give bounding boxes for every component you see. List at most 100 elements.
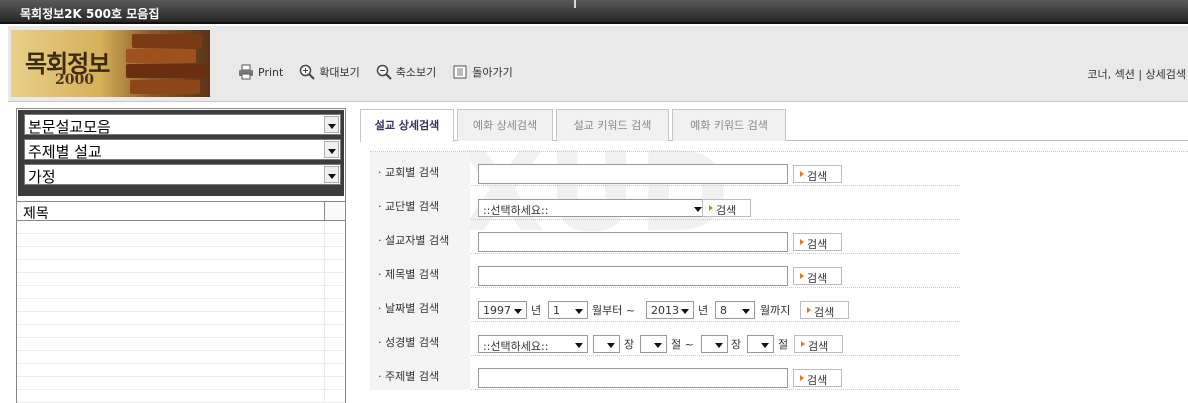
list-item[interactable] [17,377,345,390]
bible-search-button[interactable]: 검색 [794,335,843,353]
year-to-value: 2013 [651,304,679,317]
print-button[interactable]: Print [238,64,283,80]
bible-search-label: · 성경별 검색 [378,336,440,349]
year-to-select[interactable]: 2013 [646,301,694,319]
header: 목회정보 2000 Print 확대보기 축소보기 돌아가기 코너, 섹션 | … [8,26,1188,102]
list-item[interactable] [17,221,345,234]
back-label: 돌아가기 [472,66,513,79]
preacher-search-button[interactable]: 검색 [793,233,842,251]
year-from-value: 1997 [483,304,511,317]
church-search-button[interactable]: 검색 [793,165,842,183]
title-list [17,221,345,403]
church-search-label: · 교회별 검색 [378,166,440,179]
month-to-value: 8 [720,304,727,317]
zoom-out-icon [376,64,392,80]
month-from-value: 1 [553,304,560,317]
bible-search-label-cell: · 성경별 검색 [370,322,470,356]
chevron-down-icon[interactable] [324,166,339,183]
chevron-down-icon [514,309,522,314]
tab-illustration-detail-search[interactable]: 예화 상세검색 [457,109,553,141]
back-button[interactable]: 돌아가기 [452,64,513,80]
verse-to-unit: 절 [778,338,789,351]
chapter-from-unit: 장 [624,338,635,351]
list-item[interactable] [17,234,345,247]
chevron-down-icon[interactable] [324,116,339,133]
verse-to-select[interactable] [747,335,774,353]
list-item[interactable] [17,286,345,299]
arrow-right-icon [800,171,804,177]
zoom-in-label: 확대보기 [319,66,360,79]
to-label: 월까지 [760,304,791,317]
denomination-search-label-cell: · 교단별 검색 [370,186,470,220]
preacher-search-input[interactable] [478,232,788,252]
date-search-label-cell: · 날짜별 검색 [370,288,470,322]
month-to-select[interactable]: 8 [715,301,755,319]
list-item[interactable] [17,338,345,351]
preacher-search-label: · 설교자별 검색 [378,234,450,247]
title-search-button[interactable]: 검색 [793,267,842,285]
search-button-label: 검색 [807,374,828,387]
list-item[interactable] [17,247,345,260]
bible-book-select[interactable]: ::선택하세요:: [478,335,588,353]
print-label: Print [258,65,284,79]
category-select-3-value: 가정 [28,168,56,186]
list-item[interactable] [17,260,345,273]
arrow-right-icon [800,273,804,279]
month-from-select[interactable]: 1 [548,301,588,319]
preacher-search-label-cell: · 설교자별 검색 [370,220,470,254]
category-select-3[interactable]: 가정 [24,164,341,186]
tab-illustration-keyword-search[interactable]: 예화 키워드 검색 [672,109,786,141]
church-search-label-cell: · 교회별 검색 [370,152,470,186]
logo[interactable]: 목회정보 2000 [11,30,210,97]
chevron-down-icon [742,309,750,314]
search-button-label: 검색 [807,170,828,183]
topic-search-row: · 주제별 검색 검색 [370,356,960,390]
arrow-right-icon [709,205,713,211]
list-item[interactable] [17,325,345,338]
category-select-2[interactable]: 주제별 설교 [24,139,341,161]
list-item[interactable] [17,312,345,325]
verse-from-select[interactable] [640,335,667,353]
zoom-in-icon [299,64,316,80]
window-titlebar: 목회정보2K 500호 모음집 [0,0,1188,24]
title-search-input[interactable] [478,266,788,286]
list-header[interactable]: 제목 [17,201,345,222]
list-item[interactable] [17,364,345,377]
list-item[interactable] [17,351,345,364]
titlebar-divider [574,0,576,8]
verse-from-unit: 절 ~ [671,338,694,351]
header-right-nav[interactable]: 코너, 섹션 | 상세검색 [1087,66,1186,82]
topic-search-button[interactable]: 검색 [793,369,842,387]
zoom-in-button[interactable]: 확대보기 [299,64,360,80]
category-select-group: 본문설교모음 주제별 설교 가정 [18,110,344,196]
chapter-from-select[interactable] [593,335,620,353]
tab-sermon-keyword-search[interactable]: 설교 키워드 검색 [556,109,669,141]
title-search-label-cell: · 제목별 검색 [370,254,470,288]
arrow-right-icon [801,341,805,347]
list-header-extra-column[interactable] [324,202,345,220]
list-item[interactable] [17,299,345,312]
search-pane: XUD 설교 상세검색 예화 상세검색 설교 키워드 검색 예화 키워드 검색 … [360,108,1188,403]
denomination-search-button[interactable]: 검색 [702,199,751,217]
preacher-search-row: · 설교자별 검색 검색 [370,220,960,254]
list-item[interactable] [17,390,345,403]
list-item[interactable] [17,273,345,286]
denomination-select[interactable]: ::선택하세요:: [478,199,707,217]
chevron-down-icon[interactable] [324,141,339,158]
topic-search-input[interactable] [478,368,788,388]
topic-search-label-cell: · 주제별 검색 [370,356,470,390]
category-select-1[interactable]: 본문설교모음 [24,114,341,136]
printer-icon [238,64,254,80]
chapter-to-select[interactable] [701,335,728,353]
date-search-button[interactable]: 검색 [800,301,849,319]
chevron-down-icon [715,343,723,348]
search-button-label: 검색 [808,340,829,353]
date-search-label: · 날짜별 검색 [378,302,440,315]
year-from-select[interactable]: 1997 [478,301,527,319]
tab-sermon-detail-search[interactable]: 설교 상세검색 [360,109,454,142]
zoom-out-button[interactable]: 축소보기 [376,64,436,80]
search-button-label: 검색 [807,272,828,285]
year-to-unit: 년 [698,304,709,317]
church-search-row: · 교회별 검색 검색 [370,152,960,186]
church-search-input[interactable] [478,164,788,184]
